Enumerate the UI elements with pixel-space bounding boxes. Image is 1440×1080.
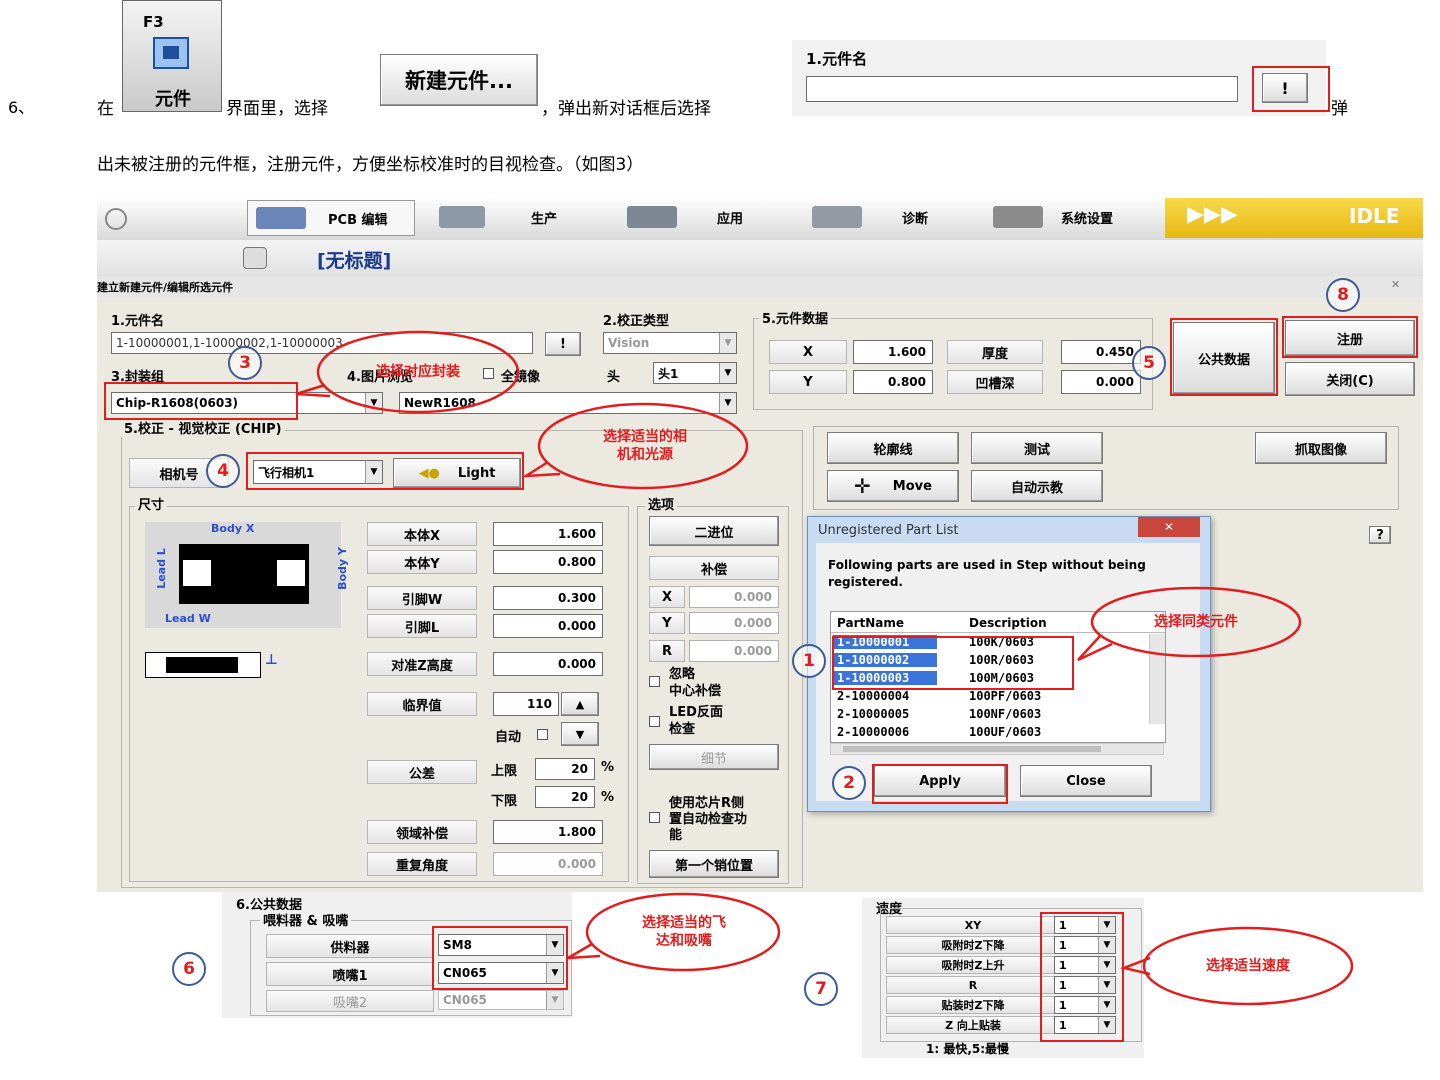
callout-package-text: 选择对应封装	[376, 364, 460, 380]
step-marker-6: 6	[172, 952, 206, 986]
step-marker-8: 8	[1326, 278, 1360, 312]
step-marker-5: 5	[1132, 346, 1166, 380]
step-marker-7: 7	[804, 972, 838, 1006]
step-marker-4: 4	[206, 454, 240, 488]
callout-speed-text: 选择适当速度	[1206, 958, 1290, 974]
step-marker-3: 3	[228, 346, 262, 380]
step-marker-2: 2	[832, 766, 866, 800]
callout-parts-text: 选择同类元件	[1154, 614, 1238, 630]
step-marker-1: 1	[792, 644, 826, 678]
callout-camera-text: 选择适当的相 机和光源	[603, 429, 687, 463]
callout-feeder-text: 选择适当的飞 达和吸嘴	[642, 915, 726, 949]
